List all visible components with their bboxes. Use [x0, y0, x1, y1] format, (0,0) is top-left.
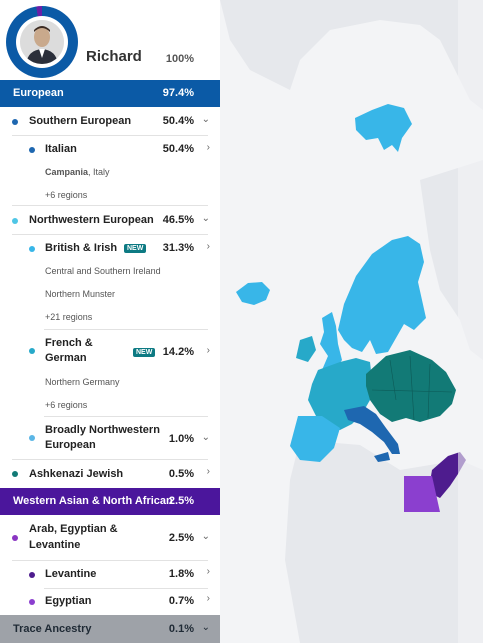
ancestry-ring-chart — [6, 6, 78, 78]
region-percent: 46.5% — [162, 214, 194, 226]
color-dot — [29, 147, 35, 153]
region-ashkenazi-jewish[interactable]: Ashkenazi Jewish 0.5% › — [0, 460, 220, 488]
avatar[interactable] — [20, 20, 64, 64]
region-percent: 2.5% — [168, 532, 194, 544]
color-dot — [29, 572, 35, 578]
color-dot — [29, 435, 35, 441]
region-label-line2: European — [45, 439, 96, 451]
region-egyptian[interactable]: Egyptian 0.7% › — [0, 589, 220, 615]
profile-name: Richard — [86, 48, 142, 65]
profile-header: Richard 100% — [0, 0, 220, 80]
color-dot — [29, 599, 35, 605]
region-label: Trace Ancestry — [13, 623, 92, 635]
chevron-right-icon[interactable]: › — [207, 593, 210, 604]
more-regions-link[interactable]: +6 regions — [45, 190, 87, 200]
chevron-right-icon[interactable]: › — [207, 566, 210, 577]
color-dot — [29, 348, 35, 354]
region-percent: 2.5% — [168, 495, 194, 507]
region-label-line1: Arab, Egyptian & — [29, 523, 118, 535]
region-european[interactable]: European 97.4% — [0, 80, 220, 107]
region-percent: 50.4% — [162, 115, 194, 127]
region-arab-egyptian-levantine[interactable]: Arab, Egyptian & Levantine 2.5% ⌄ — [0, 516, 220, 560]
region-label-line2: German — [45, 352, 87, 364]
chevron-down-icon[interactable]: ⌄ — [202, 432, 210, 443]
total-percent: 100% — [165, 53, 194, 65]
avatar-photo — [20, 20, 64, 64]
region-northwestern-european[interactable]: Northwestern European 46.5% ⌄ — [0, 206, 220, 234]
subregion-item: Campania, Italy — [45, 167, 110, 177]
region-percent: 0.7% — [168, 595, 194, 607]
region-label: Egyptian — [45, 595, 92, 607]
chevron-down-icon[interactable]: ⌄ — [202, 213, 210, 224]
ancestry-panel: Richard 100% European 97.4% Southern Eur… — [0, 0, 220, 643]
region-label: Levantine — [45, 568, 97, 580]
avatar-frame — [16, 16, 68, 68]
color-dot — [12, 218, 18, 224]
color-dot — [29, 246, 35, 252]
region-french-german[interactable]: French & German NEW 14.2% › Northern Ger… — [0, 330, 220, 416]
region-label-line2: Levantine — [29, 539, 81, 551]
region-italian[interactable]: Italian 50.4% › Campania, Italy +6 regio… — [0, 136, 220, 208]
region-percent: 1.8% — [168, 568, 194, 580]
region-label: Northwestern European — [29, 214, 154, 226]
region-label: European — [13, 87, 64, 99]
chevron-down-icon[interactable]: ⌄ — [202, 531, 210, 542]
region-western-asian-north-african[interactable]: Western Asian & North African 2.5% — [0, 488, 220, 515]
region-percent: 31.3% — [162, 242, 194, 254]
chevron-down-icon[interactable]: ⌄ — [202, 114, 210, 125]
subregion-item: Central and Southern Ireland — [45, 266, 161, 276]
color-dot — [12, 535, 18, 541]
subregion-item: Northern Germany — [45, 377, 120, 387]
chevron-right-icon[interactable]: › — [207, 466, 210, 477]
chevron-right-icon[interactable]: › — [207, 241, 210, 252]
chevron-right-icon[interactable]: › — [207, 142, 210, 153]
region-broadly-northwestern[interactable]: Broadly Northwestern European 1.0% ⌄ — [0, 417, 220, 459]
region-label-line1: Broadly Northwestern — [45, 424, 160, 436]
region-trace-ancestry[interactable]: Trace Ancestry 0.1% ⌄ — [0, 615, 220, 643]
region-levantine[interactable]: Levantine 1.8% › — [0, 561, 220, 588]
region-british-irish[interactable]: British & Irish NEW 31.3% › Central and … — [0, 235, 220, 329]
region-percent: 1.0% — [168, 433, 194, 445]
region-label-line1: French & — [45, 337, 93, 349]
region-percent: 97.4% — [162, 87, 194, 99]
region-percent: 0.1% — [168, 623, 194, 635]
color-dot — [12, 471, 18, 477]
more-regions-link[interactable]: +6 regions — [45, 400, 87, 410]
chevron-down-icon[interactable]: ⌄ — [202, 622, 210, 633]
more-regions-link[interactable]: +21 regions — [45, 312, 92, 322]
region-percent: 50.4% — [162, 143, 194, 155]
chevron-right-icon[interactable]: › — [207, 345, 210, 356]
region-southern-european[interactable]: Southern European 50.4% ⌄ — [0, 107, 220, 135]
color-dot — [12, 119, 18, 125]
region-percent: 0.5% — [168, 468, 194, 480]
region-label: Italian — [45, 143, 77, 155]
subregion-name: Campania — [45, 167, 89, 177]
region-percent: 14.2% — [162, 346, 194, 358]
subregion-item: Northern Munster — [45, 289, 116, 299]
region-label: Southern European — [29, 115, 132, 127]
region-label: British & Irish — [45, 242, 118, 254]
new-badge: NEW — [124, 244, 147, 253]
region-label: Western Asian & North African — [13, 495, 173, 507]
subregion-country: , Italy — [88, 167, 110, 177]
new-badge: NEW — [133, 348, 156, 357]
region-label: Ashkenazi Jewish — [29, 468, 124, 480]
